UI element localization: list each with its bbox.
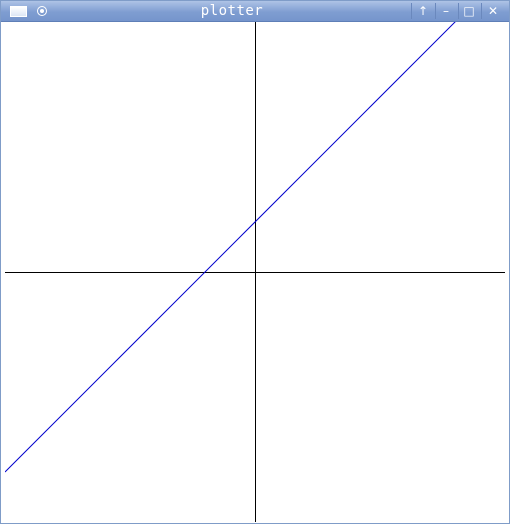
titlebar-separator — [481, 3, 482, 19]
titlebar-separator — [458, 3, 459, 19]
titlebar-separator — [411, 3, 412, 19]
close-icon[interactable]: ✕ — [485, 3, 501, 19]
plot-svg — [5, 22, 505, 522]
shade-icon[interactable]: ↑ — [415, 3, 431, 19]
titlebar[interactable]: plotter ↑ – □ ✕ — [1, 1, 509, 22]
minimize-icon[interactable]: – — [438, 3, 454, 19]
titlebar-separator — [435, 3, 436, 19]
window-title: plotter — [200, 3, 264, 19]
plotter-window: plotter ↑ – □ ✕ — [0, 0, 510, 524]
maximize-icon[interactable]: □ — [461, 3, 477, 19]
plot-canvas[interactable] — [5, 22, 505, 522]
